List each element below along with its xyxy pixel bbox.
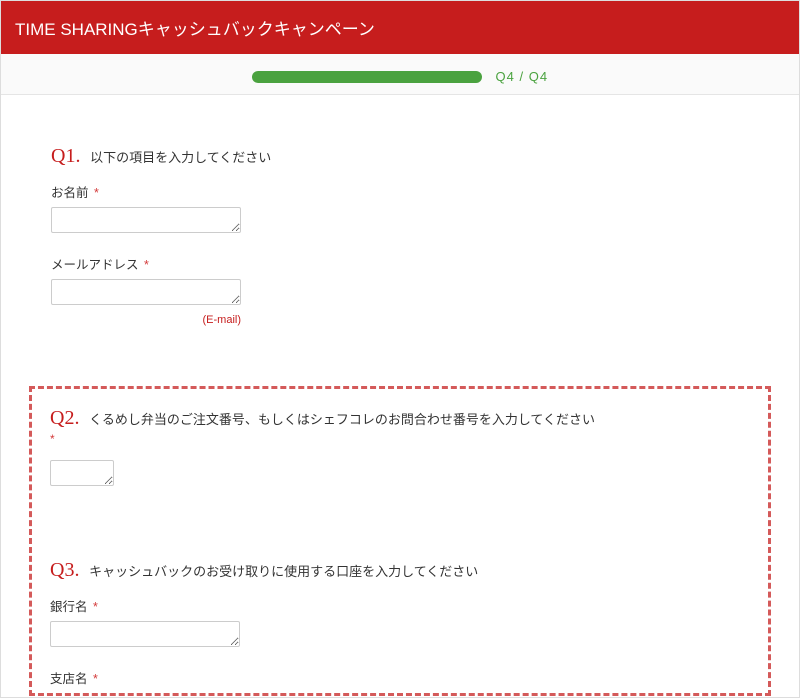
- required-mark: *: [50, 432, 750, 446]
- email-input[interactable]: [51, 279, 241, 305]
- survey-body: Q1. 以下の項目を入力してください お名前 * メールアドレス * (E-ma…: [1, 95, 799, 697]
- field-bank-label: 銀行名 *: [50, 596, 750, 615]
- error-highlight-box: Q2. くるめし弁当のご注文番号、もしくはシェフコレのお問合わせ番号を入力してく…: [29, 386, 771, 696]
- question-1: Q1. 以下の項目を入力してください お名前 * メールアドレス * (E-ma…: [51, 145, 749, 326]
- question-3: Q3. キャッシュバックのお受け取りに使用する口座を入力してください 銀行名 *…: [50, 559, 750, 687]
- survey-page: TIME SHARINGキャッシュバックキャンペーン Q4 / Q4 Q1. 以…: [0, 0, 800, 698]
- field-bank: 銀行名 *: [50, 596, 750, 650]
- progress-total: Q4: [529, 69, 548, 84]
- field-name: お名前 *: [51, 182, 749, 236]
- question-1-text: 以下の項目を入力してください: [90, 150, 271, 165]
- field-branch-label: 支店名 *: [50, 668, 750, 687]
- name-input[interactable]: [51, 207, 241, 233]
- bank-name-input[interactable]: [50, 621, 240, 647]
- required-mark: *: [93, 600, 98, 614]
- progress-current: Q4: [496, 69, 515, 84]
- field-name-label: お名前 *: [51, 182, 749, 201]
- field-email-label: メールアドレス *: [51, 254, 749, 273]
- field-email: メールアドレス * (E-mail): [51, 254, 749, 326]
- question-2-title: Q2. くるめし弁当のご注文番号、もしくはシェフコレのお問合わせ番号を入力してく…: [50, 407, 750, 446]
- question-3-title: Q3. キャッシュバックのお受け取りに使用する口座を入力してください: [50, 559, 750, 582]
- required-mark: *: [144, 258, 149, 272]
- question-2-number: Q2.: [50, 407, 79, 429]
- question-2-text: くるめし弁当のご注文番号、もしくはシェフコレのお問合わせ番号を入力してください: [89, 412, 595, 427]
- progress-row: Q4 / Q4: [1, 54, 799, 95]
- page-title: TIME SHARINGキャッシュバックキャンペーン: [15, 20, 375, 39]
- required-mark: *: [94, 186, 99, 200]
- question-3-text: キャッシュバックのお受け取りに使用する口座を入力してください: [89, 564, 478, 579]
- required-mark: *: [93, 672, 98, 686]
- page-header: TIME SHARINGキャッシュバックキャンペーン: [1, 1, 799, 54]
- question-3-number: Q3.: [50, 559, 79, 581]
- question-1-title: Q1. 以下の項目を入力してください: [51, 145, 749, 168]
- progress-bar: [252, 71, 482, 83]
- email-hint: (E-mail): [51, 314, 241, 326]
- progress-separator: /: [515, 69, 529, 84]
- progress-text: Q4 / Q4: [496, 69, 549, 84]
- question-1-number: Q1.: [51, 145, 80, 167]
- field-branch: 支店名 *: [50, 668, 750, 687]
- question-2: Q2. くるめし弁当のご注文番号、もしくはシェフコレのお問合わせ番号を入力してく…: [50, 407, 750, 489]
- order-number-input[interactable]: [50, 460, 114, 486]
